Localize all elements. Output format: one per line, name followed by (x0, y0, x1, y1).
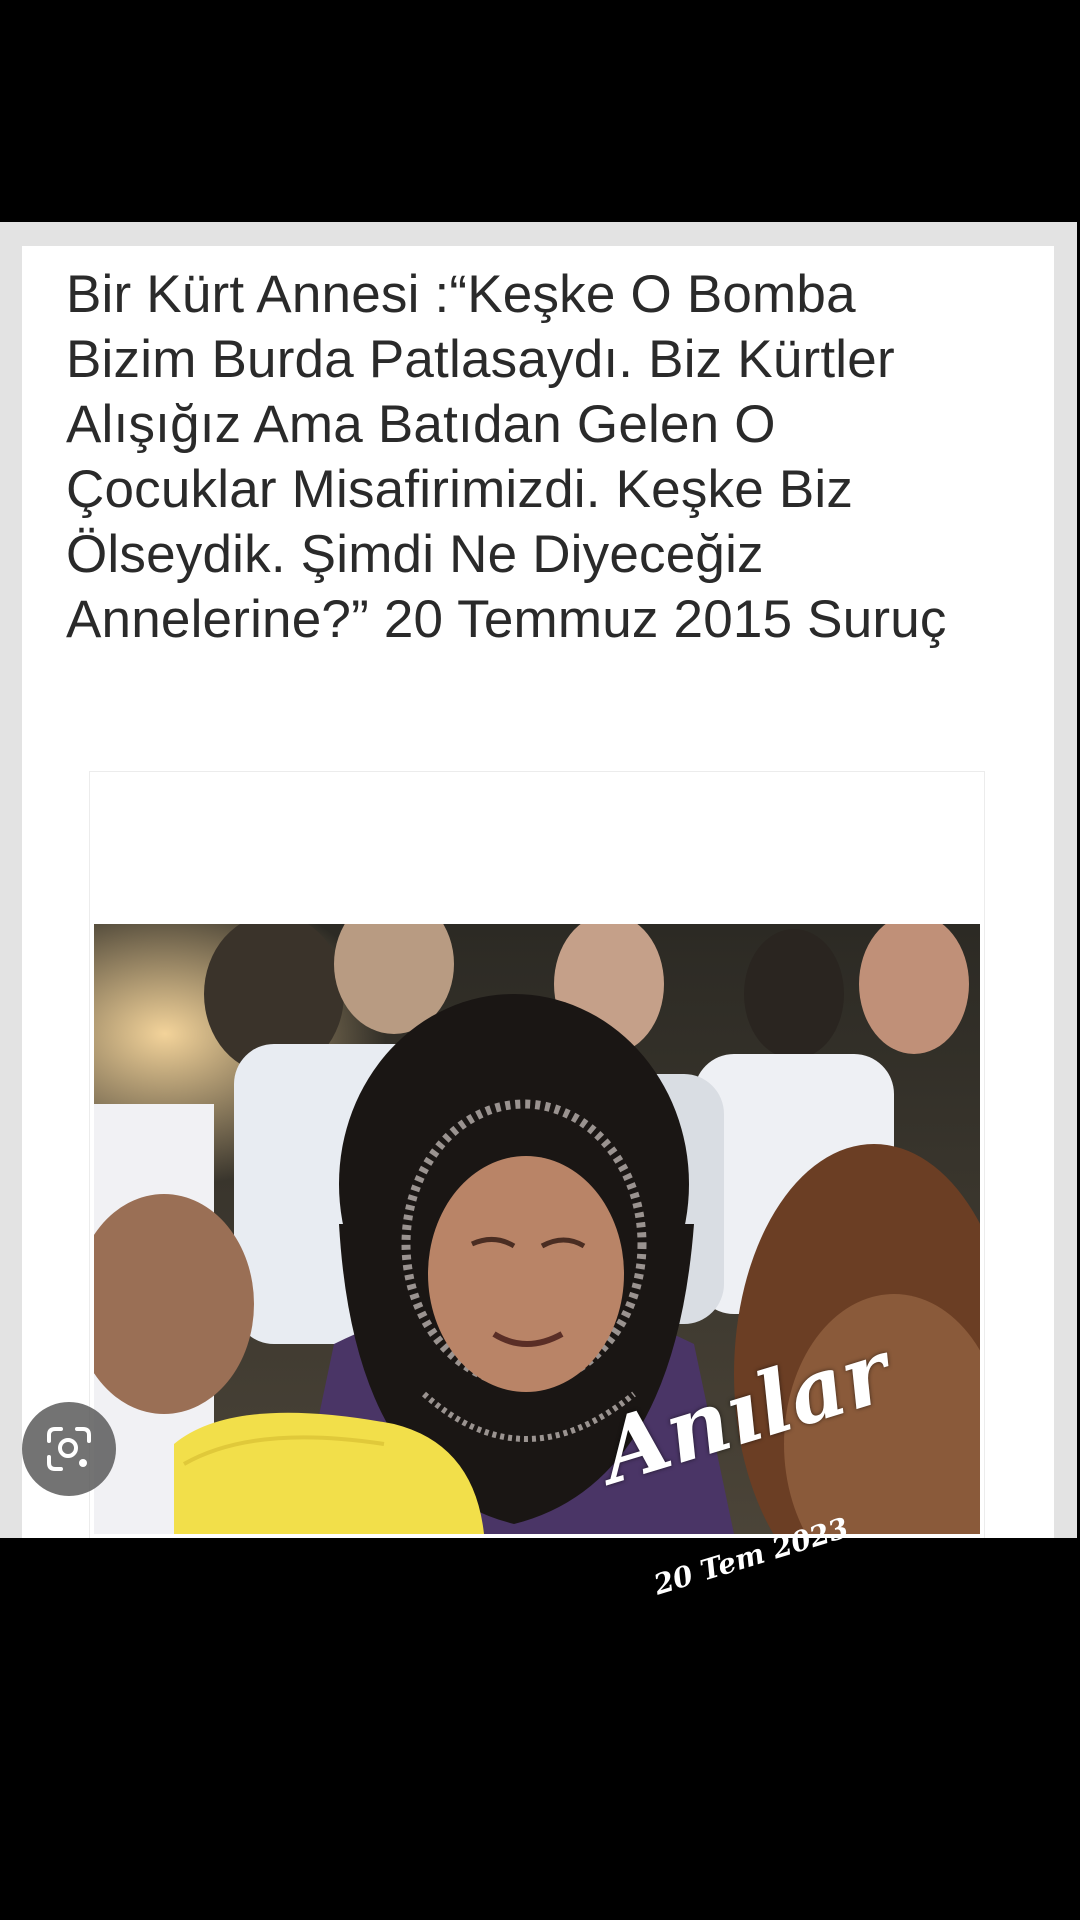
google-lens-button[interactable] (22, 1402, 116, 1496)
news-photo[interactable] (94, 924, 980, 1534)
bottom-black-bar (0, 1538, 1080, 1920)
image-blank-area (90, 772, 984, 922)
photo-illustration (94, 924, 980, 1534)
lens-search-icon (47, 1427, 91, 1471)
quote-text: Bir Kürt Annesi :“Keşke O Bomba Bizim Bu… (66, 265, 947, 649)
top-black-bar (0, 0, 1080, 222)
